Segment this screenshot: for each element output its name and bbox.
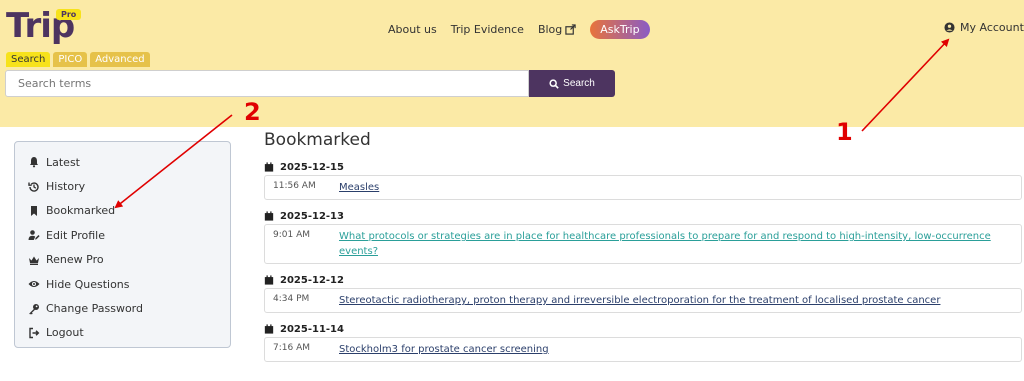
bookmark-entry: 4:34 PM Stereotactic radiotherapy, proto… (264, 288, 1022, 313)
sidebar-item-label: Latest (46, 155, 80, 169)
history-icon (28, 181, 39, 192)
bookmarks-main: Bookmarked 2025-12-15 11:56 AM Measles 2… (264, 130, 1022, 371)
nav-blog[interactable]: Blog (538, 23, 576, 36)
date-label: 2025-12-13 (280, 210, 344, 222)
date-group: 2025-11-14 7:16 AM Stockholm3 for prosta… (264, 322, 1022, 362)
sidebar-item-label: Hide Questions (46, 277, 130, 291)
sidebar-item-logout[interactable]: Logout (15, 321, 230, 345)
date-label: 2025-11-14 (280, 323, 344, 335)
sidebar-item-edit-profile[interactable]: Edit Profile (15, 223, 230, 247)
date-group: 2025-12-15 11:56 AM Measles (264, 160, 1022, 200)
calendar-icon (264, 275, 274, 285)
bookmark-entry: 9:01 AM What protocols or strategies are… (264, 224, 1022, 264)
tab-search[interactable]: Search (6, 52, 51, 67)
calendar-icon (264, 324, 274, 334)
site-header: Trip Pro About us Trip Evidence Blog Ask… (0, 0, 1024, 127)
bookmark-link[interactable]: Stockholm3 for prostate cancer screening (339, 342, 1013, 357)
eye-icon (28, 281, 40, 288)
nav-trip-evidence[interactable]: Trip Evidence (451, 23, 524, 36)
page-title: Bookmarked (264, 130, 371, 150)
tab-pico[interactable]: PICO (53, 52, 88, 67)
search-input[interactable] (5, 70, 529, 97)
account-sidebar: Latest History Bookmarked Edit Profile R… (14, 141, 231, 348)
crown-icon (29, 256, 39, 265)
key-icon (29, 303, 39, 315)
bookmark-link[interactable]: Measles (339, 180, 1013, 195)
date-heading: 2025-11-14 (264, 322, 1022, 336)
bell-icon (30, 157, 38, 168)
date-label: 2025-12-15 (280, 161, 344, 173)
sidebar-item-hide-questions[interactable]: Hide Questions (15, 272, 230, 296)
sidebar-item-label: History (46, 180, 86, 194)
sidebar-item-label: Edit Profile (46, 228, 106, 242)
sidebar-item-bookmarked[interactable]: Bookmarked (15, 199, 230, 223)
date-heading: 2025-12-13 (264, 209, 1022, 223)
bookmark-entry: 7:16 AM Stockholm3 for prostate cancer s… (264, 337, 1022, 362)
sidebar-item-label: Bookmarked (46, 204, 116, 218)
date-heading: 2025-12-15 (264, 160, 1022, 174)
my-account-label: My Account (960, 21, 1024, 34)
bookmark-time: 9:01 AM (273, 230, 310, 240)
calendar-icon (264, 211, 274, 221)
nav-blog-label: Blog (537, 23, 563, 36)
bookmark-time: 11:56 AM (273, 181, 316, 191)
bookmark-time: 7:16 AM (273, 343, 310, 353)
sidebar-item-label: Logout (46, 326, 84, 340)
bookmark-entry: 11:56 AM Measles (264, 175, 1022, 200)
date-label: 2025-12-12 (280, 274, 344, 286)
search-button[interactable]: Search (529, 70, 615, 97)
sidebar-item-history[interactable]: History (15, 174, 230, 198)
tab-advanced[interactable]: Advanced (90, 52, 150, 67)
logout-icon (29, 327, 40, 339)
bookmark-icon (31, 205, 37, 216)
user-circle-icon (944, 22, 955, 33)
sidebar-item-label: Renew Pro (46, 253, 104, 267)
nav-about-us[interactable]: About us (388, 23, 437, 36)
sidebar-item-change-password[interactable]: Change Password (15, 296, 230, 320)
calendar-icon (264, 162, 274, 172)
my-account-link[interactable]: My Account (944, 21, 1024, 34)
bookmark-time: 4:34 PM (273, 294, 310, 304)
pro-badge: Pro (56, 9, 82, 20)
asktrip-button[interactable]: AskTrip (590, 20, 650, 39)
search-tabs: Search PICO Advanced (6, 52, 153, 67)
date-group: 2025-12-13 9:01 AM What protocols or str… (264, 209, 1022, 264)
annotation-number-2: 2 (244, 98, 261, 126)
bookmark-link[interactable]: Stereotactic radiotherapy, proton therap… (339, 293, 1013, 308)
sidebar-item-label: Change Password (46, 302, 143, 316)
bookmark-link[interactable]: What protocols or strategies are in plac… (339, 229, 1013, 259)
search-icon (549, 78, 559, 89)
date-heading: 2025-12-12 (264, 273, 1022, 287)
search-button-label: Search (563, 78, 595, 89)
date-group: 2025-12-12 4:34 PM Stereotactic radiothe… (264, 273, 1022, 313)
sidebar-item-latest[interactable]: Latest (15, 150, 230, 174)
external-link-icon (565, 24, 576, 35)
sidebar-item-renew-pro[interactable]: Renew Pro (15, 248, 230, 272)
top-nav: About us Trip Evidence Blog AskTrip (388, 20, 664, 39)
annotation-number-1: 1 (836, 118, 853, 146)
user-edit-icon (28, 230, 40, 241)
